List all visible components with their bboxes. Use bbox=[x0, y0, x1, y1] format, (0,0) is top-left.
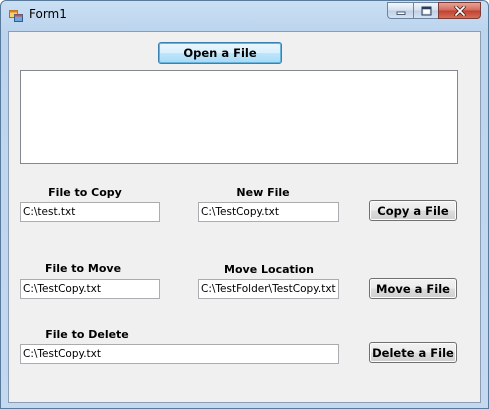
move-location-input[interactable]: C:\TestFolder\TestCopy.txt bbox=[198, 279, 339, 299]
file-to-move-input[interactable]: C:\TestCopy.txt bbox=[20, 279, 160, 299]
winforms-app-icon bbox=[9, 8, 23, 22]
minimize-button[interactable] bbox=[387, 2, 413, 19]
file-to-move-label: File to Move bbox=[44, 262, 122, 275]
close-icon bbox=[453, 5, 466, 16]
new-file-label: New File bbox=[236, 186, 290, 199]
copy-file-button[interactable]: Copy a File bbox=[369, 200, 457, 221]
new-file-input[interactable]: C:\TestCopy.txt bbox=[198, 202, 339, 222]
file-to-delete-label: File to Delete bbox=[45, 328, 129, 341]
move-location-label: Move Location bbox=[224, 263, 314, 276]
maximize-icon bbox=[421, 6, 431, 15]
file-to-copy-label: File to Copy bbox=[48, 186, 122, 199]
close-button[interactable] bbox=[438, 2, 481, 19]
file-to-copy-input[interactable]: C:\test.txt bbox=[20, 202, 160, 222]
file-to-delete-input[interactable]: C:\TestCopy.txt bbox=[20, 344, 339, 364]
delete-file-button[interactable]: Delete a File bbox=[369, 342, 457, 363]
maximize-button[interactable] bbox=[413, 2, 438, 19]
minimize-icon bbox=[396, 11, 405, 15]
move-file-button[interactable]: Move a File bbox=[369, 278, 457, 299]
open-file-button[interactable]: Open a File bbox=[158, 42, 282, 64]
window-title: Form1 bbox=[29, 7, 67, 21]
title-bar[interactable]: Form1 bbox=[1, 1, 488, 29]
file-contents-box[interactable] bbox=[20, 70, 458, 164]
